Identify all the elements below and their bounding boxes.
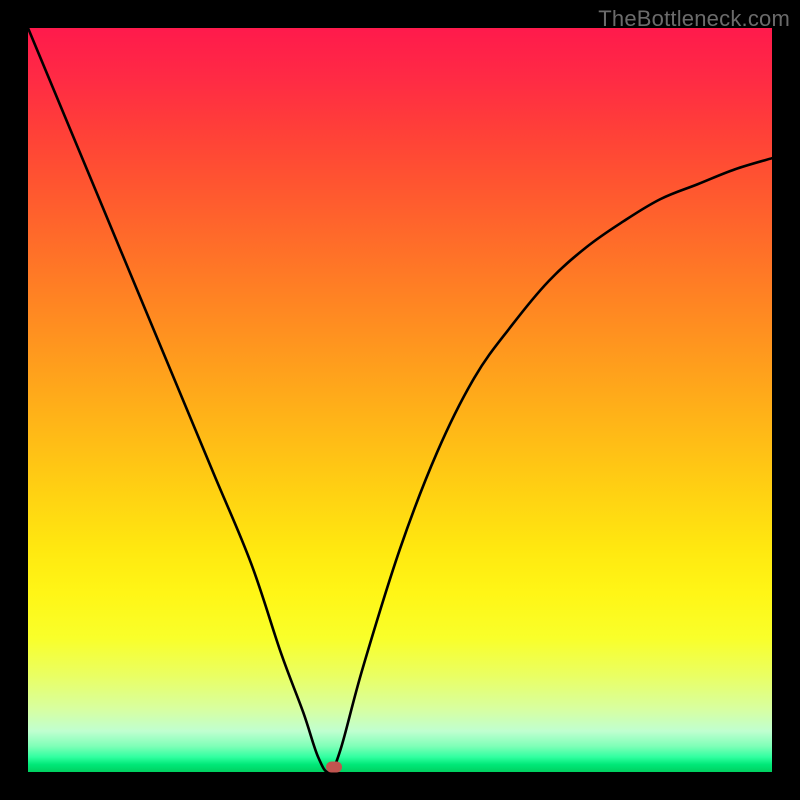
watermark-text: TheBottleneck.com xyxy=(598,6,790,32)
plot-area xyxy=(28,28,772,772)
chart-frame: TheBottleneck.com xyxy=(0,0,800,800)
bottleneck-curve xyxy=(28,28,772,772)
optimum-marker xyxy=(326,762,342,773)
